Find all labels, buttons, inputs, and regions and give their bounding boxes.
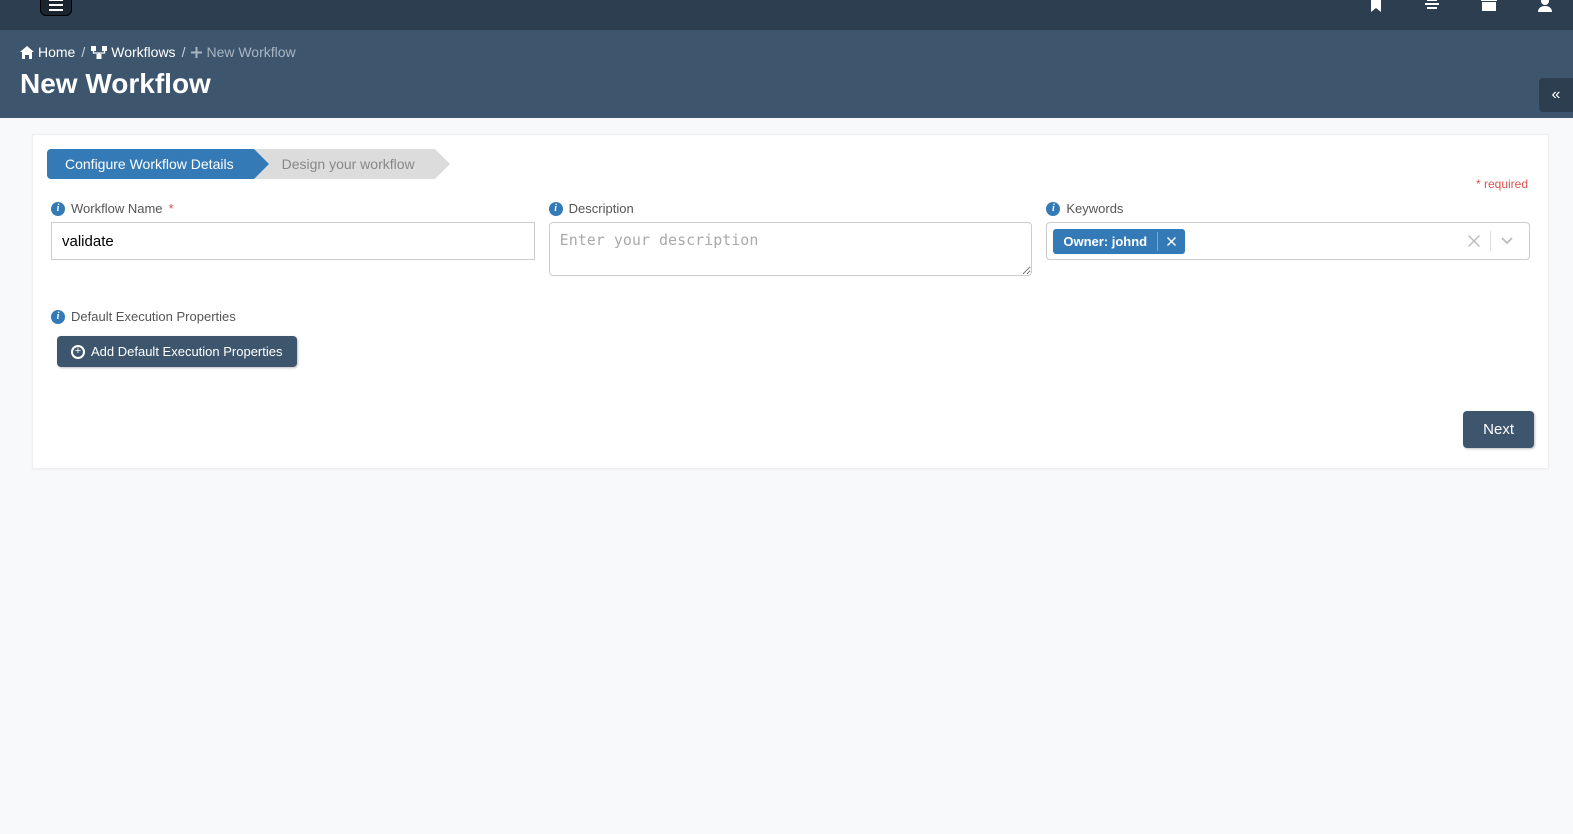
description-input[interactable] — [549, 222, 1033, 276]
top-nav-actions — [1369, 0, 1553, 12]
plus-icon — [191, 47, 202, 58]
next-button-label: Next — [1483, 421, 1514, 438]
next-button[interactable]: Next — [1463, 411, 1534, 448]
menu-toggle-button[interactable] — [40, 0, 72, 16]
breadcrumb-sep: / — [182, 44, 186, 60]
field-description: i Description — [549, 201, 1033, 281]
workflow-name-label-row: i Workflow Name * — [51, 201, 535, 216]
bookmark-icon[interactable] — [1369, 0, 1383, 12]
breadcrumb-current-label: New Workflow — [206, 44, 295, 60]
workflows-icon — [91, 46, 107, 59]
info-icon[interactable]: i — [1046, 202, 1060, 216]
step-configure-label: Configure Workflow Details — [65, 156, 234, 172]
keyword-tag-remove[interactable] — [1157, 232, 1185, 251]
keywords-select[interactable]: Owner: johnd — [1046, 222, 1530, 260]
close-icon — [1468, 235, 1480, 247]
field-keywords: i Keywords Owner: johnd — [1046, 201, 1530, 281]
page-header: Home / Workflows / New Workflow New Work… — [0, 30, 1573, 118]
workflow-name-label: Workflow Name — [71, 201, 163, 216]
keywords-label-row: i Keywords — [1046, 201, 1530, 216]
collapse-panel-button[interactable]: « — [1539, 78, 1573, 112]
wizard-steps: Configure Workflow Details Design your w… — [47, 149, 1534, 179]
step-design-label: Design your workflow — [282, 156, 415, 172]
keywords-label: Keywords — [1066, 201, 1123, 216]
breadcrumb-home-label: Home — [38, 44, 75, 60]
chevron-down-icon — [1501, 237, 1513, 245]
step-design[interactable]: Design your workflow — [254, 149, 435, 179]
hamburger-icon — [49, 0, 63, 11]
page-title: New Workflow — [20, 68, 1553, 100]
description-label: Description — [569, 201, 634, 216]
form-card: Configure Workflow Details Design your w… — [32, 134, 1549, 469]
breadcrumb-workflows-label: Workflows — [111, 44, 175, 60]
info-icon[interactable]: i — [549, 202, 563, 216]
field-default-exec: i Default Execution Properties + Add Def… — [47, 309, 1534, 367]
archive-icon[interactable] — [1481, 0, 1497, 11]
workflow-name-input[interactable] — [51, 222, 535, 260]
breadcrumb-home[interactable]: Home — [20, 44, 75, 60]
keywords-clear[interactable] — [1458, 235, 1490, 247]
keyword-tag-label: Owner: johnd — [1053, 229, 1157, 254]
breadcrumb-sep: / — [81, 44, 85, 60]
info-icon[interactable]: i — [51, 202, 65, 216]
description-label-row: i Description — [549, 201, 1033, 216]
breadcrumb-current: New Workflow — [191, 44, 295, 60]
breadcrumb: Home / Workflows / New Workflow — [20, 44, 1553, 60]
default-exec-label-row: i Default Execution Properties — [47, 309, 1534, 324]
field-workflow-name: i Workflow Name * — [51, 201, 535, 281]
required-indicator: * required — [1476, 177, 1528, 191]
keyword-tag: Owner: johnd — [1053, 229, 1185, 254]
default-exec-label: Default Execution Properties — [71, 309, 236, 324]
keywords-dropdown-toggle[interactable] — [1491, 237, 1523, 245]
user-icon[interactable] — [1537, 0, 1553, 12]
plus-circle-icon: + — [71, 345, 85, 359]
required-star: * — [169, 201, 174, 216]
top-nav — [0, 0, 1573, 30]
settings-icon[interactable] — [1423, 0, 1441, 11]
form-footer: Next — [47, 411, 1534, 448]
close-icon — [1167, 237, 1176, 246]
home-icon — [20, 46, 34, 59]
step-configure[interactable]: Configure Workflow Details — [47, 149, 254, 179]
info-icon[interactable]: i — [51, 310, 65, 324]
breadcrumb-workflows[interactable]: Workflows — [91, 44, 175, 60]
add-default-exec-button[interactable]: + Add Default Execution Properties — [57, 336, 297, 367]
form-row-main: i Workflow Name * i Description i Keywor… — [47, 201, 1534, 281]
chevron-double-left-icon: « — [1552, 86, 1561, 104]
add-default-exec-label: Add Default Execution Properties — [91, 344, 283, 359]
